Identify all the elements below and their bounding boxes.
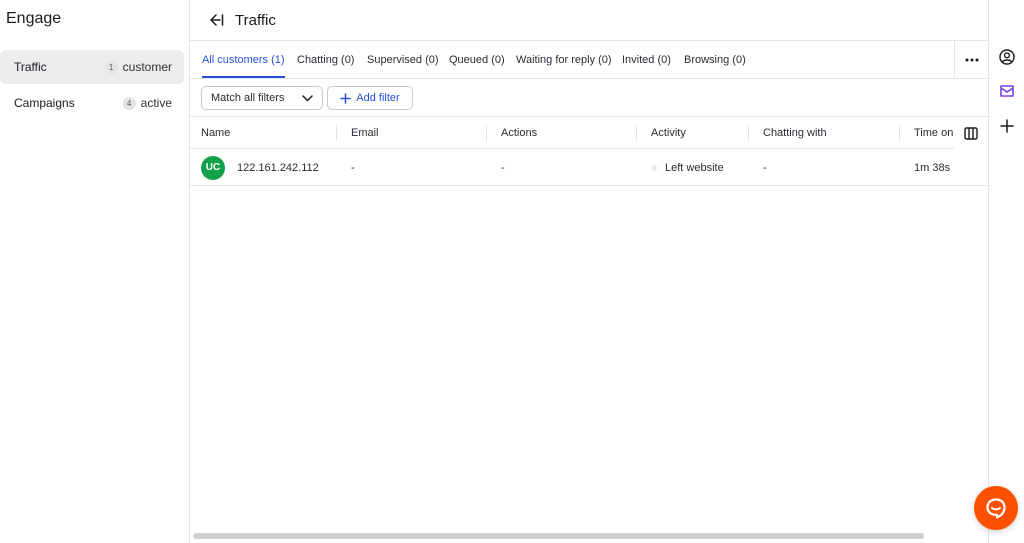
sidebar-item-label: Campaigns [14, 96, 75, 110]
column-header-actions[interactable]: Actions [501, 117, 537, 149]
collapse-sidebar-button[interactable] [208, 12, 224, 28]
cell-email: - [351, 161, 355, 174]
cell-time-on: 1m 38s [914, 161, 951, 174]
avatar: UC [201, 155, 225, 180]
chevron-down-icon [302, 94, 313, 101]
sidebar-item-meta: active [140, 96, 172, 110]
column-header-chatting-with[interactable]: Chatting with [763, 117, 827, 149]
sidebar-item-meta: customer [122, 60, 172, 74]
plus-icon [340, 92, 352, 104]
tab-all-customers[interactable]: All customers (1) [202, 41, 285, 79]
match-filters-select[interactable]: Match all filters [201, 86, 323, 110]
chat-launcher-button[interactable] [974, 486, 1018, 530]
user-circle-icon [999, 49, 1015, 65]
add-app-button[interactable] [996, 115, 1018, 137]
table-row[interactable]: UC 122.161.242.112 - - Left website - 1m… [190, 149, 988, 186]
tab-browsing[interactable]: Browsing (0) [684, 41, 746, 79]
customer-name: 122.161.242.112 [237, 161, 319, 174]
column-divider[interactable] [899, 125, 900, 141]
chat-bubble-icon [986, 498, 1006, 519]
tab-waiting-for-reply[interactable]: Waiting for reply (0) [516, 41, 612, 79]
more-options-button[interactable] [954, 41, 988, 79]
cell-name: UC 122.161.242.112 [201, 149, 319, 186]
add-filter-button[interactable]: Add filter [327, 86, 413, 110]
column-divider[interactable] [336, 125, 337, 141]
tab-invited[interactable]: Invited (0) [622, 41, 671, 79]
horizontal-scrollbar[interactable] [193, 533, 924, 539]
column-settings-button[interactable] [954, 117, 988, 149]
inbox-icon [1000, 85, 1014, 97]
tab-queued[interactable]: Queued (0) [449, 41, 505, 79]
page-title: Traffic [235, 11, 276, 29]
filter-bar: Match all filters Add filter [190, 79, 988, 117]
right-rail [988, 0, 1024, 543]
sidebar: Engage Traffic 1 customer Campaigns 4 ac… [0, 0, 190, 543]
sidebar-item-label: Traffic [14, 60, 47, 74]
back-arrow-icon [209, 14, 223, 26]
column-header-name[interactable]: Name [201, 117, 230, 149]
sidebar-title: Engage [6, 10, 62, 27]
column-divider[interactable] [748, 125, 749, 141]
cell-chatting-with: - [763, 161, 767, 174]
column-header-activity[interactable]: Activity [651, 117, 686, 149]
match-filters-value: Match all filters [211, 92, 285, 104]
activity-label: Left website [665, 161, 724, 174]
tab-chatting[interactable]: Chatting (0) [297, 41, 354, 79]
app-inbox-button[interactable] [996, 80, 1018, 102]
page-header: Traffic [190, 0, 988, 41]
tab-supervised[interactable]: Supervised (0) [367, 41, 439, 79]
tab-bar: All customers (1) Chatting (0) Supervise… [190, 41, 988, 79]
column-header-time-on[interactable]: Time on [914, 117, 953, 149]
cell-actions: - [501, 161, 505, 174]
sidebar-item-campaigns[interactable]: Campaigns 4 active [0, 86, 184, 120]
count-badge: 4 [122, 96, 136, 110]
columns-icon [964, 126, 978, 140]
more-horizontal-icon [965, 58, 978, 62]
plus-icon [1000, 119, 1014, 133]
column-divider[interactable] [486, 125, 487, 141]
customer-details-button[interactable] [996, 46, 1018, 68]
column-divider[interactable] [636, 125, 637, 141]
count-badge: 1 [104, 60, 118, 74]
cell-activity: Left website [651, 149, 724, 186]
table-header: Name Email Actions Activity Chatting wit… [190, 117, 988, 149]
column-header-email[interactable]: Email [351, 117, 379, 149]
customers-table: Name Email Actions Activity Chatting wit… [190, 117, 988, 186]
sidebar-item-traffic[interactable]: Traffic 1 customer [0, 50, 184, 84]
add-filter-label: Add filter [356, 92, 400, 104]
activity-status-dot [651, 164, 657, 171]
